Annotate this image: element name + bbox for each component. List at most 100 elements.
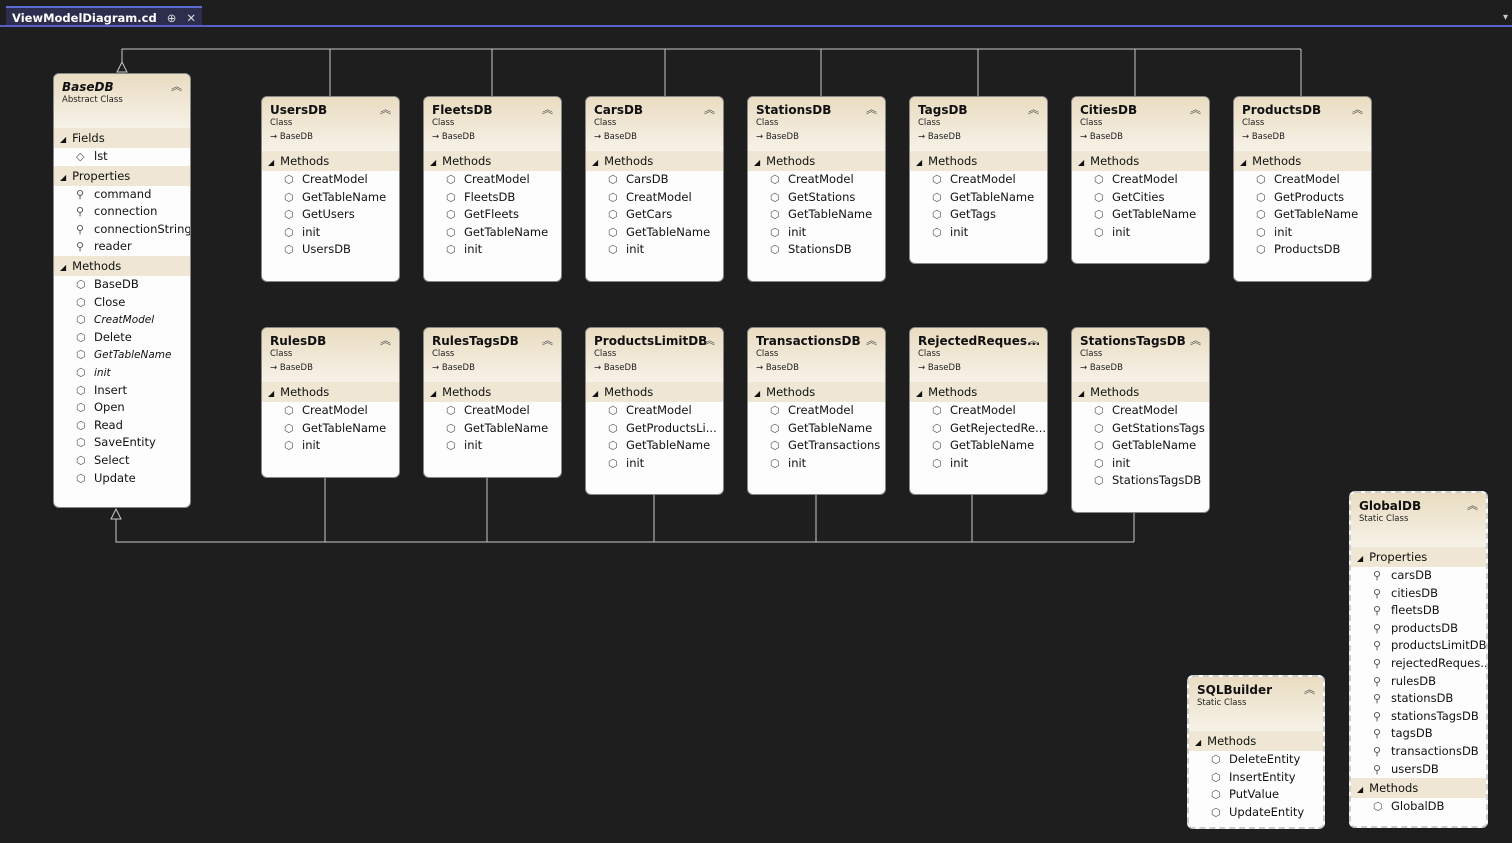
- collapse-chevron-icon[interactable]: ︽: [542, 332, 553, 348]
- method-item[interactable]: ⬡ PutValue: [1189, 786, 1323, 804]
- method-item[interactable]: ⬡ init: [424, 241, 561, 259]
- tagsdb-class-box[interactable]: TagsDB Class → BaseDB ︽ ◢ Methods ⬡ CreatModel ⬡…: [909, 96, 1048, 264]
- method-item[interactable]: ⬡ GetTableName: [1072, 437, 1209, 455]
- method-item[interactable]: ⬡ CreatModel: [910, 402, 1047, 420]
- rulesdb-header[interactable]: RulesDB Class → BaseDB ︽: [262, 328, 399, 382]
- method-item[interactable]: ⬡ Close: [54, 294, 190, 312]
- section-methods[interactable]: ◢ Methods: [910, 151, 1047, 171]
- method-item[interactable]: ⬡ init: [1234, 224, 1371, 242]
- method-item[interactable]: ⬡ GetTableName: [586, 437, 723, 455]
- collapse-chevron-icon[interactable]: ︽: [1304, 681, 1315, 697]
- method-item[interactable]: ⬡ FleetsDB: [424, 189, 561, 207]
- carsdb-class-box[interactable]: CarsDB Class → BaseDB ︽ ◢ Methods ⬡ CarsDB ⬡ Crea…: [585, 96, 724, 282]
- method-item[interactable]: ⬡ SaveEntity: [54, 434, 190, 452]
- productslimitdb-class-box[interactable]: ProductsLimitDB Class → BaseDB ︽ ◢ Methods ⬡ Cr…: [585, 327, 724, 495]
- method-item[interactable]: ⬡ CreatModel: [748, 171, 885, 189]
- method-item[interactable]: ⬡ CreatModel: [262, 402, 399, 420]
- method-item[interactable]: ⬡ DeleteEntity: [1189, 751, 1323, 769]
- carsdb-header[interactable]: CarsDB Class → BaseDB ︽: [586, 97, 723, 151]
- globaldb-class-box[interactable]: GlobalDB Static Class ︽ ◢ Properties ⚲ car…: [1349, 491, 1488, 828]
- method-item[interactable]: ⬡ init: [1072, 455, 1209, 473]
- method-item[interactable]: ⬡ GetTableName: [748, 420, 885, 438]
- section-methods[interactable]: ◢ Methods: [1351, 778, 1486, 799]
- method-item[interactable]: ⬡ init: [262, 437, 399, 455]
- section-methods[interactable]: ◢ Methods: [748, 151, 885, 171]
- productslimitdb-header[interactable]: ProductsLimitDB Class → BaseDB ︽: [586, 328, 723, 382]
- stationstagsdb-header[interactable]: StationsTagsDB Class → BaseDB ︽: [1072, 328, 1209, 382]
- method-item[interactable]: ⬡ GetFleets: [424, 206, 561, 224]
- productsdb-header[interactable]: ProductsDB Class → BaseDB ︽: [1234, 97, 1371, 151]
- property-item[interactable]: ⚲ reader: [54, 238, 190, 256]
- property-item[interactable]: ⚲ productsDB: [1351, 620, 1486, 638]
- method-item[interactable]: ⬡ CreatModel: [424, 171, 561, 189]
- section-methods[interactable]: ◢ Methods: [1189, 731, 1323, 751]
- method-item[interactable]: ⬡ GetUsers: [262, 206, 399, 224]
- basedb-class-box[interactable]: BaseDB Abstract Class ︽ ◢ Fields ◇ lst ◢ Pr…: [53, 73, 191, 508]
- collapse-chevron-icon[interactable]: ︽: [1352, 101, 1363, 117]
- collapse-chevron-icon[interactable]: ︽: [704, 332, 715, 348]
- method-item[interactable]: ⬡ Select: [54, 452, 190, 470]
- method-item[interactable]: ⬡ CreatModel: [424, 402, 561, 420]
- collapse-chevron-icon[interactable]: ︽: [380, 332, 391, 348]
- section-methods[interactable]: ◢ Methods: [262, 382, 399, 402]
- rulesdb-class-box[interactable]: RulesDB Class → BaseDB ︽ ◢ Methods ⬡ CreatModel…: [261, 327, 400, 478]
- property-item[interactable]: ⚲ productsLimitDB: [1351, 637, 1486, 655]
- method-item[interactable]: ⬡ init: [262, 224, 399, 242]
- method-item[interactable]: ⬡ GetTags: [910, 206, 1047, 224]
- method-item[interactable]: ⬡ ProductsDB: [1234, 241, 1371, 259]
- property-item[interactable]: ⚲ tagsDB: [1351, 725, 1486, 743]
- method-item[interactable]: ⬡ GetTableName: [262, 189, 399, 207]
- method-item[interactable]: ⬡ CreatModel: [1234, 171, 1371, 189]
- collapse-chevron-icon[interactable]: ︽: [1190, 332, 1201, 348]
- property-item[interactable]: ⚲ rejectedReques...: [1351, 655, 1486, 673]
- method-item[interactable]: ⬡ Update: [54, 470, 190, 488]
- method-item[interactable]: ⬡ GetTableName: [54, 346, 190, 364]
- section-properties[interactable]: ◢ Properties: [54, 165, 190, 186]
- property-item[interactable]: ⚲ connectionString: [54, 221, 190, 239]
- collapse-chevron-icon[interactable]: ︽: [704, 101, 715, 117]
- method-item[interactable]: ⬡ Open: [54, 399, 190, 417]
- method-item[interactable]: ⬡ GetCities: [1072, 189, 1209, 207]
- method-item[interactable]: ⬡ GetProductsLi...: [586, 420, 723, 438]
- method-item[interactable]: ⬡ UpdateEntity: [1189, 804, 1323, 822]
- method-item[interactable]: ⬡ GetTableName: [748, 206, 885, 224]
- section-methods[interactable]: ◢ Methods: [424, 151, 561, 171]
- method-item[interactable]: ⬡ CreatModel: [54, 311, 190, 329]
- field-item[interactable]: ◇ lst: [54, 148, 190, 166]
- method-item[interactable]: ⬡ GlobalDB: [1351, 798, 1486, 816]
- tab-viewmodeldiagram[interactable]: ViewModelDiagram.cd ⊕ ✕: [6, 6, 203, 26]
- collapse-chevron-icon[interactable]: ︽: [1190, 101, 1201, 117]
- section-methods[interactable]: ◢ Methods: [54, 255, 190, 276]
- sqlbuilder-class-box[interactable]: SQLBuilder Static Class ︽ ◢ Methods ⬡ DeleteEn…: [1187, 675, 1325, 829]
- section-methods[interactable]: ◢ Methods: [262, 151, 399, 171]
- collapse-chevron-icon[interactable]: ︽: [1467, 497, 1478, 513]
- method-item[interactable]: ⬡ GetTableName: [586, 224, 723, 242]
- method-item[interactable]: ⬡ init: [910, 224, 1047, 242]
- method-item[interactable]: ⬡ StationsDB: [748, 241, 885, 259]
- property-item[interactable]: ⚲ usersDB: [1351, 761, 1486, 779]
- transactionsdb-header[interactable]: TransactionsDB Class → BaseDB ︽: [748, 328, 885, 382]
- method-item[interactable]: ⬡ GetProducts: [1234, 189, 1371, 207]
- close-icon[interactable]: ✕: [186, 11, 196, 25]
- method-item[interactable]: ⬡ GetTableName: [262, 420, 399, 438]
- section-methods[interactable]: ◢ Methods: [910, 382, 1047, 402]
- method-item[interactable]: ⬡ Insert: [54, 382, 190, 400]
- method-item[interactable]: ⬡ InsertEntity: [1189, 769, 1323, 787]
- section-methods[interactable]: ◢ Methods: [1072, 151, 1209, 171]
- method-item[interactable]: ⬡ CreatModel: [910, 171, 1047, 189]
- pin-icon[interactable]: ⊕: [167, 11, 177, 25]
- fleetsdb-class-box[interactable]: FleetsDB Class → BaseDB ︽ ◢ Methods ⬡ CreatMode…: [423, 96, 562, 282]
- property-item[interactable]: ⚲ stationsDB: [1351, 690, 1486, 708]
- tab-overflow-chevron-down-icon[interactable]: ▾: [1503, 12, 1508, 23]
- productsdb-class-box[interactable]: ProductsDB Class → BaseDB ︽ ◢ Methods ⬡ CreatMo…: [1233, 96, 1372, 282]
- rejectedrequests-header[interactable]: RejectedReques... Class → BaseDB ︽: [910, 328, 1047, 382]
- property-item[interactable]: ⚲ citiesDB: [1351, 585, 1486, 603]
- section-properties[interactable]: ◢ Properties: [1351, 547, 1486, 567]
- transactionsdb-class-box[interactable]: TransactionsDB Class → BaseDB ︽ ◢ Methods ⬡ Cre…: [747, 327, 886, 495]
- method-item[interactable]: ⬡ CreatModel: [262, 171, 399, 189]
- property-item[interactable]: ⚲ transactionsDB: [1351, 743, 1486, 761]
- collapse-chevron-icon[interactable]: ︽: [1028, 101, 1039, 117]
- section-fields[interactable]: ◢ Fields: [54, 128, 190, 148]
- method-item[interactable]: ⬡ CreatModel: [586, 189, 723, 207]
- property-item[interactable]: ⚲ fleetsDB: [1351, 602, 1486, 620]
